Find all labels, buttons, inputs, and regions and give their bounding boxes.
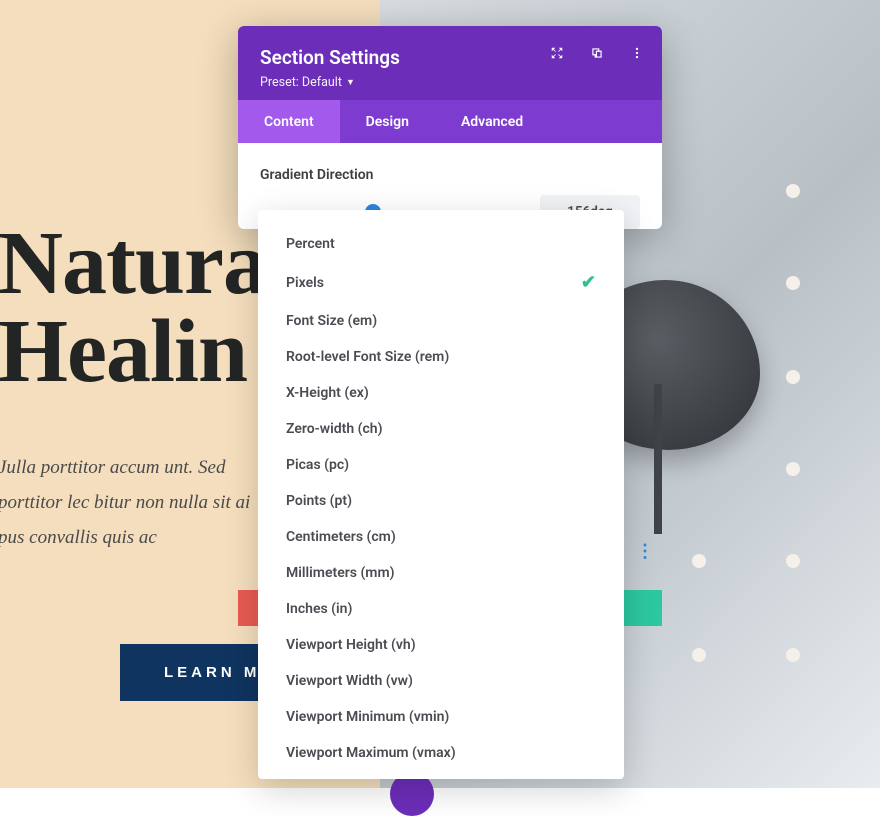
tab-design[interactable]: Design bbox=[340, 100, 435, 143]
unit-option-cm[interactable]: Centimeters (cm) bbox=[258, 519, 624, 555]
gradient-direction-label: Gradient Direction bbox=[260, 167, 640, 183]
kebab-menu-icon[interactable] bbox=[630, 46, 644, 60]
unit-option-label: Points (pt) bbox=[286, 493, 352, 509]
unit-option-rem[interactable]: Root-level Font Size (rem) bbox=[258, 339, 624, 375]
tab-advanced[interactable]: Advanced bbox=[435, 100, 549, 143]
unit-option-ex[interactable]: X-Height (ex) bbox=[258, 375, 624, 411]
unit-option-label: Centimeters (cm) bbox=[286, 529, 396, 545]
unit-option-percent[interactable]: Percent bbox=[258, 226, 624, 262]
unit-option-pt[interactable]: Points (pt) bbox=[258, 483, 624, 519]
unit-option-label: Picas (pc) bbox=[286, 457, 349, 473]
preset-label: Preset: Default bbox=[260, 75, 342, 90]
unit-option-label: Viewport Height (vh) bbox=[286, 637, 416, 653]
modal-tabs: Content Design Advanced bbox=[238, 100, 662, 143]
tab-content[interactable]: Content bbox=[238, 100, 340, 143]
decor-dot bbox=[692, 648, 706, 662]
unit-option-label: X-Height (ex) bbox=[286, 385, 369, 401]
section-settings-modal: Section Settings Preset: Default ▼ Conte… bbox=[238, 26, 662, 229]
decor-dot bbox=[786, 648, 800, 662]
field-options-icon[interactable]: ⋮ bbox=[636, 541, 654, 562]
unit-option-mm[interactable]: Millimeters (mm) bbox=[258, 555, 624, 591]
hero-title-line2: Healin bbox=[0, 302, 247, 401]
unit-option-vw[interactable]: Viewport Width (vw) bbox=[258, 663, 624, 699]
decor-dot bbox=[786, 184, 800, 198]
unit-option-vmin[interactable]: Viewport Minimum (vmin) bbox=[258, 699, 624, 735]
unit-option-vh[interactable]: Viewport Height (vh) bbox=[258, 627, 624, 663]
unit-option-label: Viewport Width (vw) bbox=[286, 673, 413, 689]
unit-option-label: Pixels bbox=[286, 275, 324, 291]
unit-option-pixels[interactable]: Pixels ✔ bbox=[258, 262, 624, 303]
unit-option-label: Root-level Font Size (rem) bbox=[286, 349, 449, 365]
check-icon: ✔ bbox=[581, 272, 596, 293]
unit-option-em[interactable]: Font Size (em) bbox=[258, 303, 624, 339]
unit-option-label: Millimeters (mm) bbox=[286, 565, 395, 581]
expand-icon[interactable] bbox=[550, 46, 564, 60]
unit-option-label: Zero-width (ch) bbox=[286, 421, 383, 437]
unit-option-label: Inches (in) bbox=[286, 601, 352, 617]
decor-dot bbox=[692, 554, 706, 568]
unit-option-ch[interactable]: Zero-width (ch) bbox=[258, 411, 624, 447]
chevron-down-icon: ▼ bbox=[346, 77, 355, 88]
unit-dropdown: Percent Pixels ✔ Font Size (em) Root-lev… bbox=[258, 210, 624, 779]
scrollbar-indicator[interactable] bbox=[654, 384, 662, 534]
unit-option-label: Percent bbox=[286, 236, 335, 252]
unit-option-label: Font Size (em) bbox=[286, 313, 377, 329]
decor-dot bbox=[786, 276, 800, 290]
responsive-icon[interactable] bbox=[590, 46, 604, 60]
unit-option-label: Viewport Maximum (vmax) bbox=[286, 745, 456, 761]
unit-option-vmax[interactable]: Viewport Maximum (vmax) bbox=[258, 735, 624, 771]
unit-option-in[interactable]: Inches (in) bbox=[258, 591, 624, 627]
preset-selector[interactable]: Preset: Default ▼ bbox=[260, 75, 355, 90]
hero-title-line1: Natura bbox=[0, 214, 267, 313]
hero-paragraph: Julla porttitor accum unt. Sed porttitor… bbox=[0, 450, 258, 555]
unit-option-label: Viewport Minimum (vmin) bbox=[286, 709, 449, 725]
decor-dot bbox=[786, 554, 800, 568]
modal-header: Section Settings Preset: Default ▼ bbox=[238, 26, 662, 100]
decor-dot bbox=[786, 370, 800, 384]
hero-title: Natura Healin bbox=[0, 220, 267, 396]
save-button[interactable] bbox=[620, 590, 662, 626]
unit-option-pc[interactable]: Picas (pc) bbox=[258, 447, 624, 483]
decor-dot bbox=[786, 462, 800, 476]
